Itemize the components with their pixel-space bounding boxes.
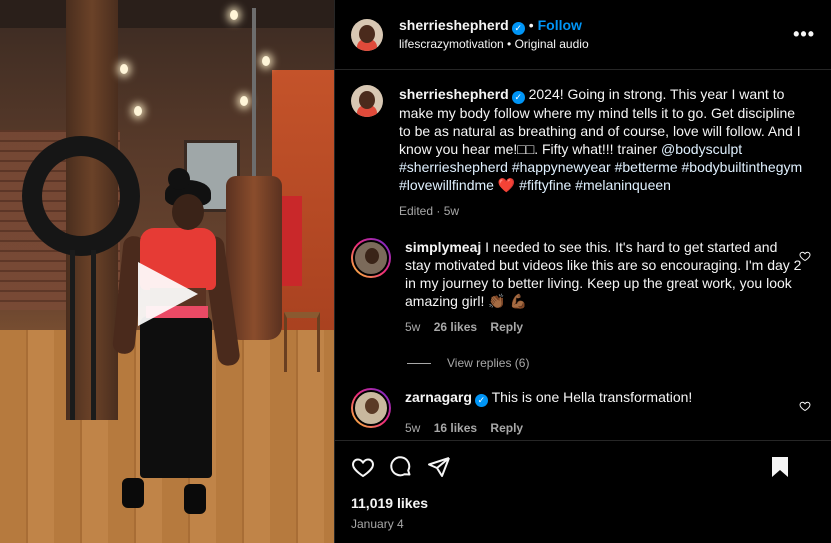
wooden-stool	[284, 312, 320, 372]
ceiling-light	[120, 64, 128, 74]
verified-icon: ✓	[511, 22, 525, 35]
comment-username[interactable]: zarnagarg	[405, 389, 472, 405]
person-shoe	[184, 484, 206, 514]
comment-heart-icon[interactable]	[799, 400, 811, 412]
post-panel: sherrieshepherd ✓ • Follow lifescrazymotiva…	[334, 0, 831, 543]
ceiling-light	[230, 10, 238, 20]
ceiling-light	[262, 56, 270, 66]
avatar[interactable]	[351, 18, 383, 51]
play-icon[interactable]	[138, 262, 198, 326]
reply-button[interactable]: Reply	[490, 320, 523, 334]
punching-bag	[226, 176, 282, 340]
person-head	[172, 194, 204, 230]
mention-link[interactable]: @bodysculpt	[661, 141, 742, 157]
comment-time[interactable]: 5w	[405, 421, 420, 435]
edited-time: Edited · 5w	[399, 204, 460, 218]
comment-body: This is one Hella transformation!	[491, 389, 693, 405]
likes-count[interactable]: 11,019 likes	[351, 495, 815, 511]
post-actions: 11,019 likes January 4	[335, 440, 831, 543]
audio-line[interactable]: lifescrazymotivation • Original audio	[399, 35, 589, 53]
post-header: sherrieshepherd ✓ • Follow lifescrazymotiva…	[335, 0, 831, 70]
heart-emoji: ❤️	[497, 177, 516, 193]
comment-username[interactable]: simplymeaj	[405, 239, 481, 255]
battle-rope	[70, 250, 96, 420]
bag-chain	[252, 8, 256, 178]
hanging-tire	[22, 136, 140, 256]
gym-ceiling	[0, 0, 334, 28]
red-pad	[282, 196, 302, 286]
caption-username[interactable]: sherrieshepherd	[399, 86, 509, 102]
comment-time[interactable]: 5w	[405, 320, 420, 334]
header-info: sherrieshepherd ✓ • Follow lifescrazymotiva…	[399, 16, 589, 53]
view-replies-button[interactable]: View replies (6)	[407, 356, 815, 370]
hashtags[interactable]: #sherrieshepherd #happynewyear #betterme…	[399, 159, 802, 175]
person-shoe	[122, 478, 144, 508]
author-username[interactable]: sherrieshepherd	[399, 17, 509, 33]
follow-button[interactable]: Follow	[538, 17, 582, 33]
person-pants	[140, 316, 212, 478]
verified-icon: ✓	[474, 394, 488, 407]
avatar[interactable]	[351, 85, 383, 117]
comment-heart-icon[interactable]	[799, 250, 811, 262]
comment-icon[interactable]	[389, 455, 413, 479]
more-options-icon[interactable]: •••	[793, 24, 815, 45]
post-modal: sherrieshepherd ✓ • Follow lifescrazymotiva…	[0, 0, 831, 543]
caption: sherrieshepherd ✓ 2024! Going in strong. …	[351, 85, 815, 220]
heart-icon[interactable]	[351, 455, 375, 479]
comment: zarnagarg ✓ This is one Hella transformat…	[351, 388, 815, 437]
comment-meta: 5w 26 likes Reply	[405, 318, 805, 336]
view-replies-label: View replies (6)	[447, 356, 530, 370]
post-date[interactable]: January 4	[351, 517, 815, 531]
story-ring[interactable]	[351, 238, 391, 278]
action-icons	[351, 441, 815, 493]
comment-meta: 5w 16 likes Reply	[405, 419, 805, 437]
comment-text: simplymeaj I needed to see this. It's ha…	[405, 238, 805, 336]
comment-likes[interactable]: 26 likes	[434, 320, 477, 334]
hashtag[interactable]: #lovewillfindme	[399, 177, 494, 193]
post-video[interactable]	[0, 0, 334, 543]
person-bun	[168, 168, 190, 190]
verified-icon: ✓	[511, 91, 525, 104]
ceiling-light	[134, 106, 142, 116]
caption-text: sherrieshepherd ✓ 2024! Going in strong. …	[399, 85, 809, 220]
comment: simplymeaj I needed to see this. It's ha…	[351, 238, 815, 336]
comment-likes[interactable]: 16 likes	[434, 421, 477, 435]
avatar	[353, 390, 389, 426]
story-ring[interactable]	[351, 388, 391, 428]
comment-text: zarnagarg ✓ This is one Hella transformat…	[405, 388, 805, 437]
ceiling-light	[240, 96, 248, 106]
replies-line	[407, 362, 431, 364]
caption-meta: Edited · 5w	[399, 202, 809, 220]
comments-area[interactable]: sherrieshepherd ✓ 2024! Going in strong. …	[335, 71, 831, 439]
avatar	[353, 240, 389, 276]
reply-button[interactable]: Reply	[490, 421, 523, 435]
share-icon[interactable]	[427, 455, 451, 479]
bookmark-icon[interactable]	[769, 455, 791, 479]
hashtags[interactable]: #fiftyfine #melaninqueen	[519, 177, 671, 193]
separator-dot: •	[528, 17, 534, 33]
